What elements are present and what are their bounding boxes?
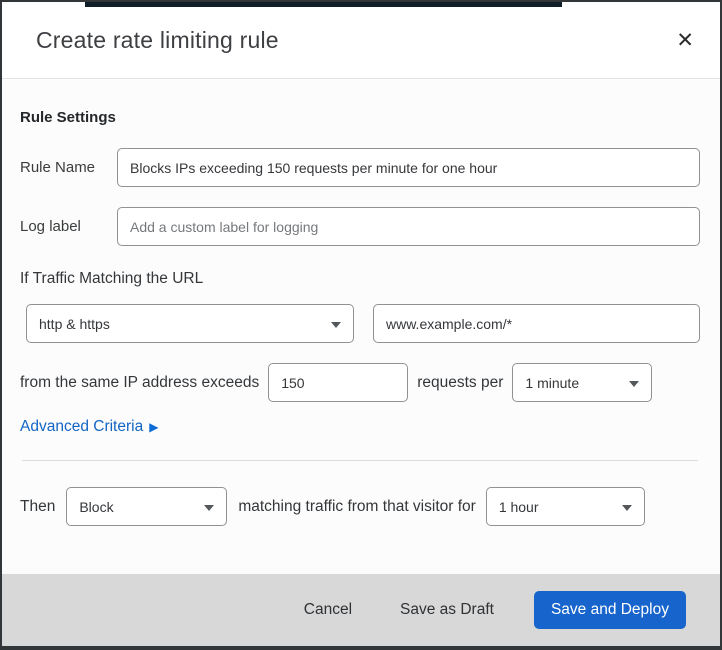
duration-select-value: 1 hour <box>498 498 539 515</box>
rule-name-row: Rule Name <box>20 148 700 187</box>
rule-settings-heading: Rule Settings <box>20 109 116 126</box>
url-pattern-input[interactable] <box>373 304 700 343</box>
background-page-edge <box>85 2 562 7</box>
then-row: Then Block matching traffic from that vi… <box>20 487 700 526</box>
threshold-row: from the same IP address exceeds request… <box>20 363 700 402</box>
then-middle-text: matching traffic from that visitor for <box>238 497 476 515</box>
scheme-select-value: http & https <box>39 315 110 332</box>
action-select[interactable]: Block <box>66 487 228 526</box>
url-match-row: http & https <box>26 304 700 343</box>
chevron-down-icon <box>204 504 215 511</box>
log-label-input[interactable] <box>117 207 700 246</box>
section-divider <box>22 460 698 461</box>
then-label: Then <box>20 497 56 515</box>
create-rate-limiting-rule-dialog: Create rate limiting rule ✕ Rule Setting… <box>0 0 722 650</box>
duration-select[interactable]: 1 hour <box>485 487 645 526</box>
chevron-down-icon <box>629 380 640 387</box>
request-count-input[interactable] <box>268 363 409 402</box>
dialog-body: Rule Settings Rule Name Log label If Tra… <box>2 79 720 574</box>
action-select-value: Block <box>79 498 114 515</box>
close-icon[interactable]: ✕ <box>670 26 700 55</box>
log-label-label: Log label <box>20 218 81 235</box>
save-as-draft-button[interactable]: Save as Draft <box>390 593 504 627</box>
rule-name-label: Rule Name <box>20 159 96 176</box>
traffic-match-heading: If Traffic Matching the URL <box>20 270 204 287</box>
rule-name-input[interactable] <box>117 148 700 187</box>
advanced-criteria-link[interactable]: Advanced Criteria ▶ <box>20 418 158 436</box>
scheme-select[interactable]: http & https <box>26 304 354 343</box>
log-label-row: Log label <box>20 207 700 246</box>
expand-arrow-icon: ▶ <box>149 420 159 434</box>
period-select[interactable]: 1 minute <box>512 363 653 402</box>
save-and-deploy-button[interactable]: Save and Deploy <box>533 591 686 629</box>
chevron-down-icon <box>331 321 341 328</box>
cancel-button[interactable]: Cancel <box>294 593 362 627</box>
threshold-middle-text: requests per <box>417 373 504 391</box>
threshold-prefix-text: from the same IP address exceeds <box>20 373 260 391</box>
dialog-header: Create rate limiting rule ✕ <box>2 2 720 79</box>
dialog-title: Create rate limiting rule <box>36 26 279 53</box>
advanced-criteria-label: Advanced Criteria <box>20 418 144 435</box>
chevron-down-icon <box>621 504 632 511</box>
dialog-footer: Cancel Save as Draft Save and Deploy <box>2 574 720 646</box>
period-select-value: 1 minute <box>525 374 580 391</box>
